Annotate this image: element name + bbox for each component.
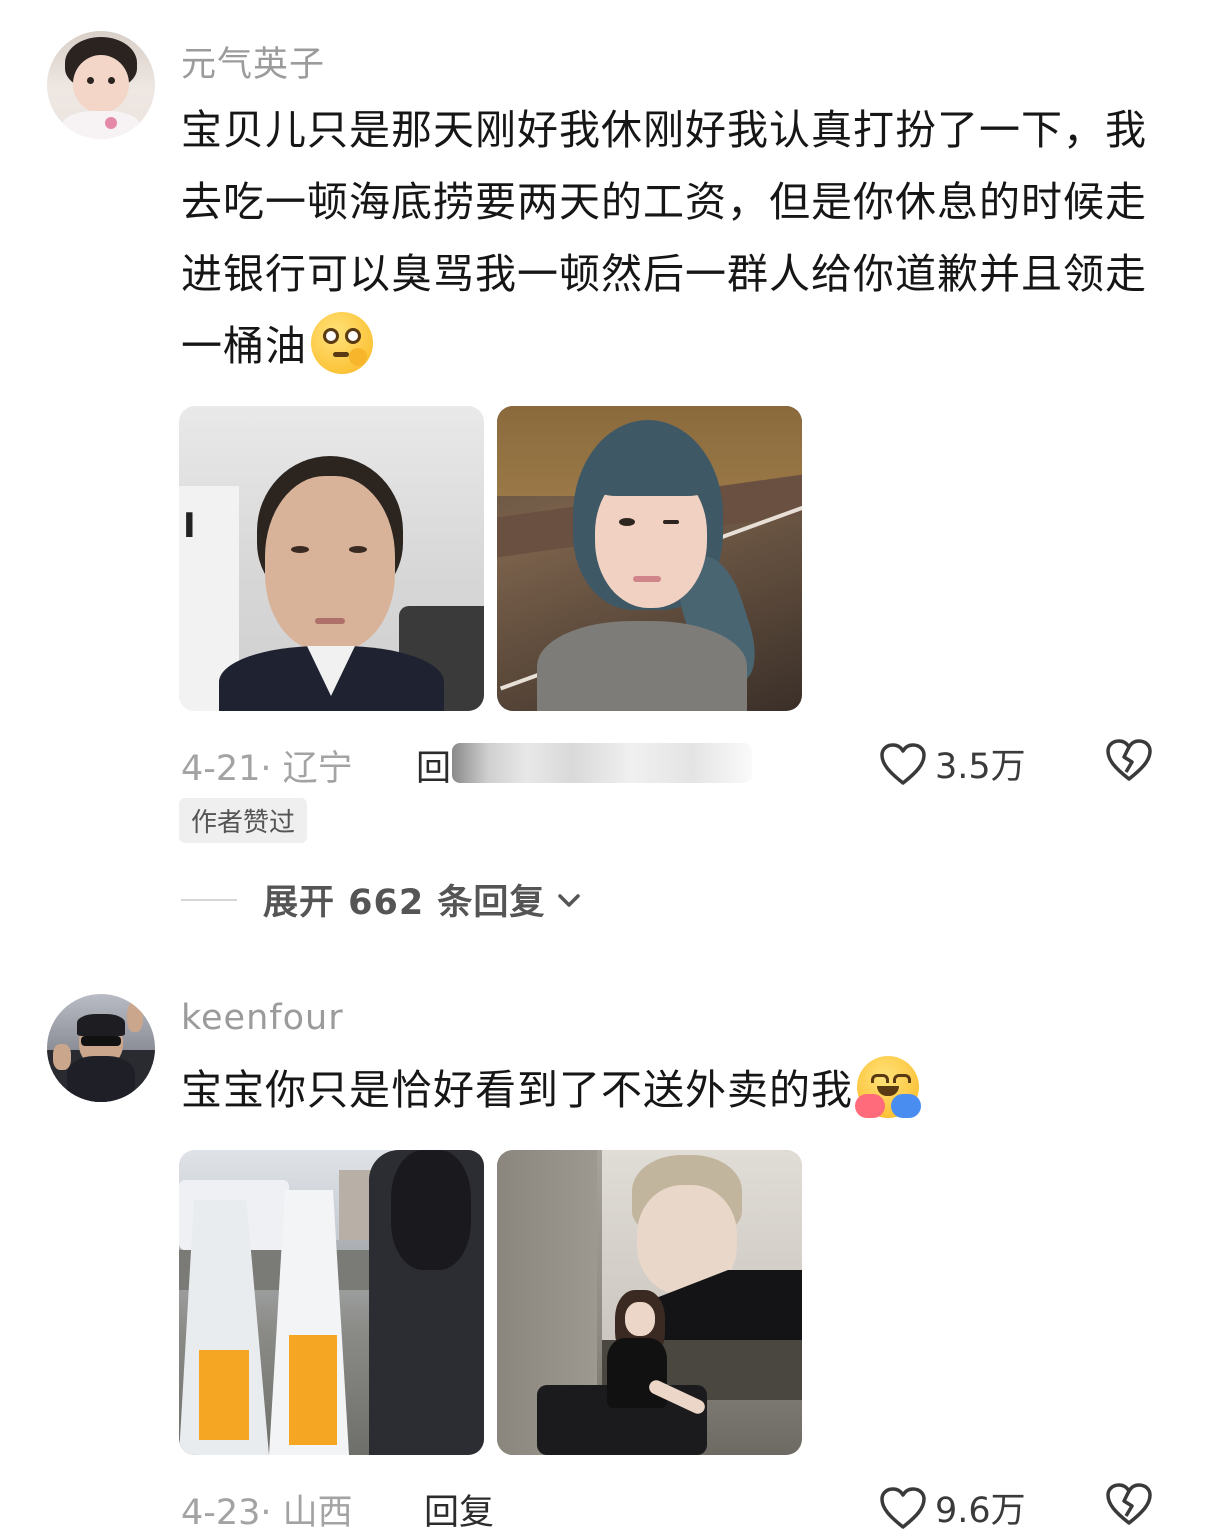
like-count: 3.5万	[935, 747, 1026, 787]
selfie-in-office-photo[interactable]: I	[179, 406, 484, 711]
broken-heart-icon	[1106, 739, 1152, 781]
like-count: 9.6万	[935, 1491, 1026, 1531]
dislike-button[interactable]	[1105, 1482, 1153, 1530]
reply-button[interactable]: 回复	[424, 1484, 494, 1535]
date-location: 4-21· 辽宁	[181, 749, 353, 789]
like-button[interactable]: 9.6万	[879, 1482, 1026, 1533]
reply-button[interactable]: 回	[416, 740, 451, 791]
heart-outline-icon	[880, 742, 926, 785]
author-liked-badge: 作者赞过	[179, 798, 308, 843]
username[interactable]: 元气英子	[181, 36, 325, 87]
avatar[interactable]	[47, 994, 155, 1102]
reply-label: 回	[416, 749, 452, 789]
delivery-bags-photo[interactable]	[179, 1150, 484, 1455]
username[interactable]: keenfour	[181, 998, 344, 1038]
comment-text: 宝贝儿只是那天刚好我休刚好我认真打扮了一下，我去吃一顿海底捞要两天的工资，但是你…	[181, 94, 1166, 382]
dislike-button[interactable]	[1105, 738, 1153, 786]
heart-outline-icon	[880, 1486, 926, 1529]
comment-text-content: 宝宝你只是恰好看到了不送外卖的我	[181, 1066, 853, 1114]
chevron-down-icon	[558, 893, 581, 907]
date-location: 4-23· 山西	[181, 1493, 353, 1533]
broken-heart-icon	[1106, 1483, 1152, 1525]
expand-replies-label: 展开 662 条回复	[263, 883, 546, 923]
like-button[interactable]: 3.5万	[879, 738, 1026, 789]
divider-line	[181, 898, 237, 901]
hugging-face-emoji	[855, 1056, 921, 1118]
selfie-blue-hair-photo[interactable]	[497, 406, 802, 711]
obscured-reply-area	[452, 743, 752, 783]
expand-replies-button[interactable]: 展开 662 条回复	[181, 874, 583, 925]
face-with-monocle-emoji	[311, 312, 373, 374]
avatar[interactable]	[47, 31, 155, 139]
comment-text: 宝宝你只是恰好看到了不送外卖的我	[181, 1054, 1166, 1126]
poster-seated-woman-photo[interactable]	[497, 1150, 802, 1455]
